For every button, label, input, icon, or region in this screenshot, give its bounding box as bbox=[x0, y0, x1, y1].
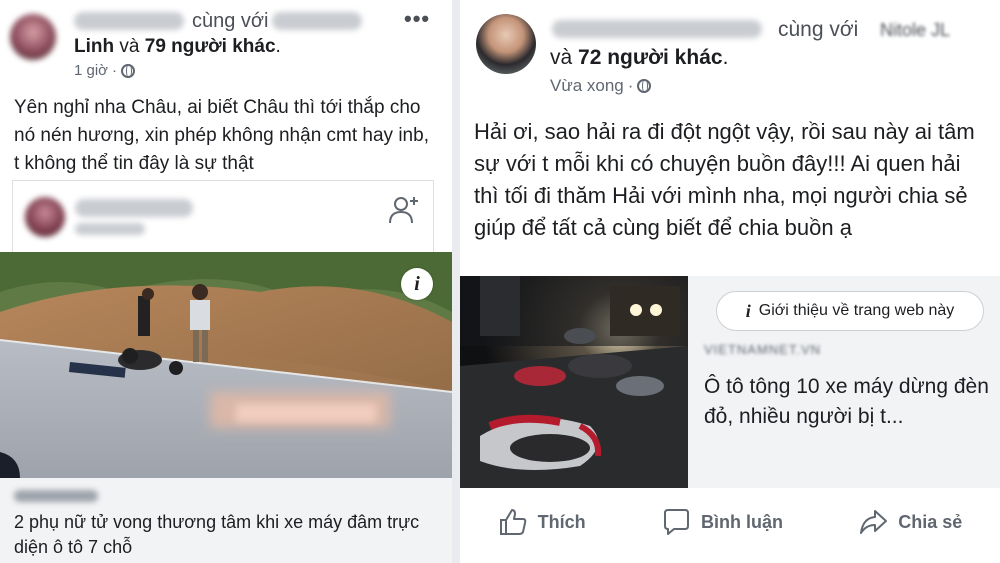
post-meta: 1 giờ · bbox=[74, 62, 136, 79]
tagged-line: Linh và 79 người khác. bbox=[74, 36, 281, 58]
globe-icon bbox=[121, 63, 136, 78]
link-title[interactable]: 2 phụ nữ tử vong thương tâm khi xe máy đ… bbox=[14, 510, 434, 560]
tagged-name-blurred[interactable] bbox=[272, 12, 362, 30]
and-label: và bbox=[550, 46, 573, 69]
accident-photo-svg bbox=[0, 252, 452, 478]
meta-separator: · bbox=[112, 62, 118, 79]
period: . bbox=[722, 46, 729, 69]
share-button[interactable]: Chia sẻ bbox=[858, 507, 962, 537]
left-post: cùng với ••• Linh và 79 người khác. 1 gi… bbox=[0, 0, 452, 563]
right-post: cùng với Nitole JL và 72 người khác. Vừa… bbox=[460, 0, 1000, 563]
avatar[interactable] bbox=[10, 14, 56, 60]
shared-post-time bbox=[75, 223, 145, 235]
with-label: cùng với bbox=[778, 18, 859, 41]
tagged-line: và 72 người khác. bbox=[550, 46, 728, 70]
timestamp[interactable]: Vừa xong bbox=[550, 76, 624, 96]
meta-separator: · bbox=[627, 76, 634, 95]
shared-post-header[interactable] bbox=[12, 180, 434, 252]
author-name[interactable] bbox=[552, 20, 762, 38]
and-label: và bbox=[119, 36, 140, 57]
shared-author-name[interactable] bbox=[75, 199, 193, 217]
about-site-label: Giới thiệu về trang web này bbox=[758, 302, 955, 319]
others-link[interactable]: 72 người khác bbox=[578, 46, 723, 69]
crash-photo-svg bbox=[460, 276, 688, 488]
post-text: Yên nghỉ nha Châu, ai biết Châu thì tới … bbox=[14, 97, 429, 174]
crash-photo[interactable] bbox=[460, 276, 688, 488]
about-site-button[interactable]: i Giới thiệu về trang web này bbox=[716, 291, 984, 331]
link-preview[interactable]: 2 phụ nữ tử vong thương tâm khi xe máy đ… bbox=[0, 478, 452, 563]
tagged-friend-blurred[interactable]: Nitole JL bbox=[880, 20, 950, 41]
info-icon[interactable]: i bbox=[401, 268, 433, 300]
link-domain-blurred bbox=[14, 490, 98, 502]
post-text: Hải ơi, sao hải ra đi đột ngột vậy, rồi … bbox=[474, 119, 975, 240]
add-friend-icon[interactable] bbox=[387, 193, 421, 227]
avatar[interactable] bbox=[476, 14, 536, 74]
with-label: cùng với bbox=[192, 10, 269, 32]
globe-icon bbox=[637, 79, 652, 93]
share-icon bbox=[860, 510, 888, 534]
tagged-friend[interactable]: Linh bbox=[74, 36, 114, 57]
accident-photo[interactable]: i bbox=[0, 252, 452, 478]
more-icon[interactable]: ••• bbox=[404, 6, 430, 32]
timestamp[interactable]: 1 giờ bbox=[74, 62, 108, 79]
others-link[interactable]: 79 người khác bbox=[145, 36, 276, 57]
post-meta: Vừa xong · bbox=[550, 76, 652, 96]
panel-divider bbox=[452, 0, 460, 563]
link-title[interactable]: Ô tô tông 10 xe máy dừng đèn đỏ, nhiều n… bbox=[704, 372, 994, 432]
shared-avatar[interactable] bbox=[25, 197, 65, 237]
like-label: Thích bbox=[537, 511, 586, 532]
comment-icon bbox=[663, 509, 689, 535]
like-button[interactable]: Thích bbox=[498, 507, 586, 537]
post-actions: Thích Bình luận Chia sẻ bbox=[460, 490, 1000, 554]
period: . bbox=[275, 36, 281, 57]
link-domain: VIETNAMNET.VN bbox=[704, 342, 822, 357]
like-icon bbox=[499, 509, 526, 535]
author-name[interactable] bbox=[74, 12, 184, 30]
comment-label: Bình luận bbox=[700, 511, 783, 532]
info-icon: i bbox=[745, 300, 751, 321]
comment-button[interactable]: Bình luận bbox=[661, 507, 783, 537]
share-label: Chia sẻ bbox=[898, 511, 963, 532]
